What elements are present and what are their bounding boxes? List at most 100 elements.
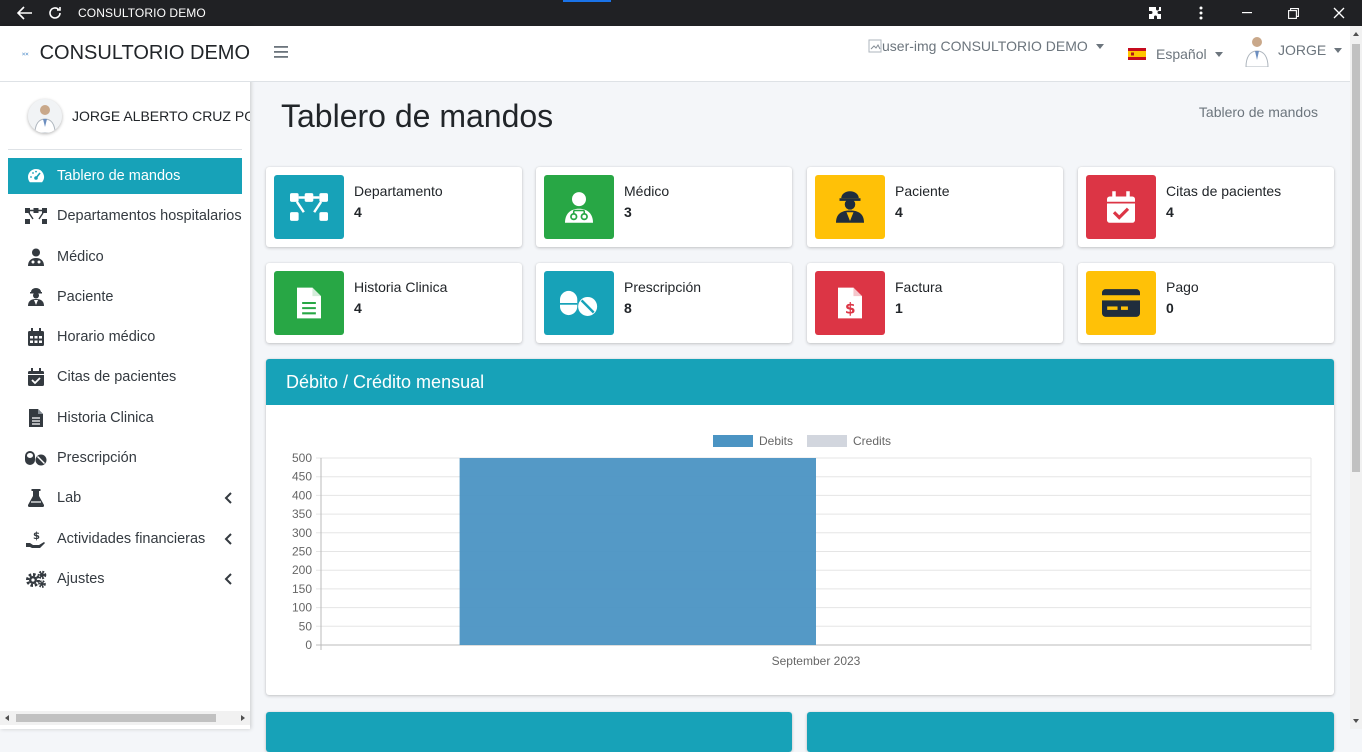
chevron-left-icon [224, 492, 232, 505]
scroll-up-arrow-icon[interactable] [1353, 32, 1359, 36]
legend-label-debits[interactable]: Debits [759, 434, 793, 448]
sidebar-item-medico[interactable]: Médico [8, 239, 242, 275]
sidebar-item-label: Departamentos hospitalarios [57, 208, 242, 225]
stat-label: Departamento [354, 183, 443, 199]
sidebar-item-label: Actividades financieras [57, 530, 206, 547]
stat-icon-box: $ [815, 271, 885, 335]
sidebar-item-historia[interactable]: Historia Clinica [8, 400, 242, 436]
bar-chart: 0 50 100 150 200 250 300 350 400 450 500 September … [292, 451, 1312, 668]
y-tick-label: 150 [292, 582, 312, 596]
sidebar-item-horario[interactable]: Horario médico [8, 319, 242, 355]
stat-box-pago[interactable]: Pago 0 [1078, 263, 1334, 343]
stat-box-factura[interactable]: $ Factura 1 [807, 263, 1063, 343]
legend-label-credits[interactable]: Credits [853, 434, 891, 448]
caret-down-icon [1334, 47, 1343, 53]
y-tick-label: 100 [292, 601, 312, 615]
sitemap-icon [290, 193, 328, 221]
pills-icon [25, 448, 47, 468]
stat-box-prescripcion[interactable]: Prescripción 8 [536, 263, 792, 343]
extensions-icon[interactable] [1132, 0, 1178, 26]
kebab-menu-icon[interactable] [1178, 0, 1224, 26]
legend-swatch-credits[interactable] [807, 435, 848, 447]
scrollbar-thumb[interactable] [16, 714, 216, 722]
file-icon [297, 287, 321, 319]
stat-icon-box [1086, 175, 1156, 239]
scrollbar-thumb[interactable] [1352, 44, 1360, 472]
file-icon [25, 408, 47, 428]
x-tick-label: September 2023 [772, 654, 861, 668]
card-title: Débito / Crédito mensual [286, 371, 485, 392]
breadcrumb[interactable]: Tablero de mandos [1199, 104, 1318, 120]
stat-value: 0 [1166, 300, 1174, 316]
patient-icon [836, 191, 864, 223]
language-dropdown[interactable]: Español [1128, 26, 1223, 82]
user-label: JORGE [1278, 42, 1327, 58]
sidebar-item-prescripcion[interactable]: Prescripción [8, 440, 242, 476]
stat-box-historia[interactable]: Historia Clinica 4 [266, 263, 522, 343]
brand-link[interactable]: CONSULTORIO DEMO [0, 26, 250, 82]
sidebar-item-departamentos[interactable]: Departamentos hospitalarios [8, 198, 242, 234]
y-tick-label: 500 [292, 451, 312, 465]
stat-box-paciente[interactable]: Paciente 4 [807, 167, 1063, 247]
y-tick-label: 50 [299, 619, 313, 633]
page-title: Tablero de mandos [281, 98, 554, 134]
language-label: Español [1156, 46, 1207, 62]
bar-debits [459, 458, 816, 645]
sidebar-item-lab[interactable]: Lab [8, 480, 242, 516]
stat-label: Pago [1166, 279, 1199, 295]
cogs-icon [25, 569, 47, 589]
chevron-left-icon [224, 573, 232, 585]
sidebar-horizontal-scrollbar[interactable] [0, 711, 250, 725]
reload-icon[interactable] [46, 4, 64, 22]
sidebar-item-label: Citas de pacientes [57, 369, 177, 386]
sidebar: CONSULTORIO DEMO JORGE ALBERTO CRUZ POZO… [0, 26, 250, 729]
calendar-check-icon [1107, 191, 1135, 223]
sidebar-item-label: Historia Clinica [57, 409, 154, 426]
user-panel[interactable]: JORGE ALBERTO CRUZ POZO [8, 82, 250, 150]
y-tick-label: 450 [292, 470, 312, 484]
chevron-left-icon [224, 532, 232, 545]
stat-icon-box [544, 175, 614, 239]
clinic-dropdown[interactable]: user-img CONSULTORIO DEMO [868, 18, 1104, 74]
stat-box-citas[interactable]: Citas de pacientes 4 [1078, 167, 1334, 247]
stat-label: Médico [624, 183, 670, 199]
sidebar-item-actividades-financieras[interactable]: $ Actividades financieras [8, 521, 242, 557]
sidebar-item-label: Paciente [57, 288, 114, 305]
back-arrow-icon[interactable] [16, 4, 34, 22]
stat-icon-box [544, 271, 614, 335]
titlebar-accent [563, 0, 611, 2]
sidebar-item-tablero[interactable]: Tablero de mandos [8, 158, 242, 194]
invoice-icon: $ [838, 287, 862, 319]
stat-icon-box [815, 175, 885, 239]
page-vertical-scrollbar[interactable] [1350, 26, 1362, 729]
stat-label: Citas de pacientes [1166, 183, 1282, 199]
sidebar-item-paciente[interactable]: Paciente [8, 279, 242, 315]
bottom-card-right [807, 712, 1334, 752]
bottom-card-left [266, 712, 792, 752]
y-tick-label: 200 [292, 563, 312, 577]
y-tick-label: 250 [292, 545, 312, 559]
stat-value: 1 [895, 300, 903, 316]
sidebar-item-label: Ajustes [57, 570, 105, 587]
legend-swatch-debits[interactable] [713, 435, 753, 447]
gauge-icon [25, 166, 47, 186]
y-tick-label: 300 [292, 526, 312, 540]
stat-value: 8 [624, 300, 632, 316]
scroll-down-arrow-icon[interactable] [1353, 719, 1359, 723]
calendar-icon [25, 327, 47, 347]
user-dropdown[interactable]: JORGE [1242, 22, 1343, 78]
sidebar-item-ajustes[interactable]: Ajustes [8, 561, 242, 597]
sidebar-item-label: Tablero de mandos [57, 168, 181, 184]
hamburger-menu-icon[interactable] [274, 46, 288, 58]
sidebar-item-citas[interactable]: Citas de pacientes [8, 359, 242, 395]
stat-box-medico[interactable]: Médico 3 [536, 167, 792, 247]
scroll-left-arrow-icon[interactable] [5, 715, 9, 721]
stat-icon-box [1086, 271, 1156, 335]
sidebar-nav: Tablero de mandos Departamentos hospital… [0, 150, 250, 597]
scroll-right-arrow-icon[interactable] [241, 715, 245, 721]
stat-box-departamento[interactable]: Departamento 4 [266, 167, 522, 247]
stat-value: 4 [354, 204, 362, 220]
clinic-image: user-img [868, 38, 936, 54]
user-avatar [28, 98, 62, 133]
doctor-icon [25, 247, 47, 267]
